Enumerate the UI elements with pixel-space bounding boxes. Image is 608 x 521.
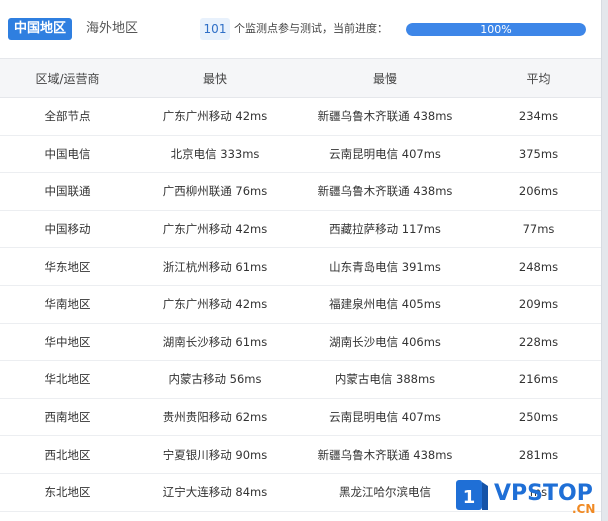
cell-fastest: 广东广州移动 42ms (135, 285, 295, 324)
monitor-count-badge: 101 (200, 18, 230, 40)
cell-average: 375ms (475, 135, 602, 174)
cell-region: 东北地区 (0, 473, 135, 512)
cell-slowest: 云南昆明电信 407ms (295, 398, 475, 437)
cell-fastest: 广东广州移动 42ms (135, 97, 295, 136)
cell-slowest: 内蒙古电信 388ms (295, 360, 475, 399)
cell-fastest: 广西柳州联通 76ms (135, 172, 295, 211)
top-bar: 中国地区 海外地区 101 个监测点参与测试，当前进度： 100% (0, 0, 602, 58)
cell-fastest: 辽宁大连移动 84ms (135, 473, 295, 512)
progress-description: 个监测点参与测试，当前进度： (234, 22, 388, 35)
cell-region: 华南地区 (0, 285, 135, 324)
cell-slowest: 福建泉州电信 405ms (295, 285, 475, 324)
scrollbar-track[interactable] (601, 0, 608, 521)
results-table: 区域/运营商 最快 最慢 平均 全部节点 广东广州移动 42ms 新疆乌鲁木齐联… (0, 58, 602, 512)
cell-region: 西北地区 (0, 435, 135, 474)
table-row: 西北地区 宁夏银川移动 90ms 新疆乌鲁木齐联通 438ms 281ms (0, 435, 602, 474)
cell-average: 234ms (475, 97, 602, 136)
cell-region: 全部节点 (0, 97, 135, 136)
cell-average: 228ms (475, 323, 602, 362)
cell-average: 248ms (475, 247, 602, 286)
cell-region: 西南地区 (0, 398, 135, 437)
cell-average: 250ms (475, 398, 602, 437)
table-row: 中国移动 广东广州移动 42ms 西藏拉萨移动 117ms 77ms (0, 210, 602, 249)
table-row: 华中地区 湖南长沙移动 61ms 湖南长沙电信 406ms 228ms (0, 323, 602, 362)
cell-region: 中国移动 (0, 210, 135, 249)
cell-slowest: 云南昆明电信 407ms (295, 135, 475, 174)
cell-average: 206ms (475, 172, 602, 211)
table-row: 中国联通 广西柳州联通 76ms 新疆乌鲁木齐联通 438ms 206ms (0, 172, 602, 211)
cell-slowest: 新疆乌鲁木齐联通 438ms (295, 435, 475, 474)
table-body: 全部节点 广东广州移动 42ms 新疆乌鲁木齐联通 438ms 234ms 中国… (0, 97, 602, 512)
tab-china[interactable]: 中国地区 (8, 18, 72, 40)
vpstop-watermark-logo: 1 VPSTOP .CN (456, 480, 595, 516)
cell-slowest: 湖南长沙电信 406ms (295, 323, 475, 362)
speed-test-panel: 中国地区 海外地区 101 个监测点参与测试，当前进度： 100% 区域/运营商… (0, 0, 608, 521)
cell-slowest: 黑龙江哈尔滨电信 (295, 473, 475, 512)
cell-fastest: 湖南长沙移动 61ms (135, 323, 295, 362)
table-row: 西南地区 贵州贵阳移动 62ms 云南昆明电信 407ms 250ms (0, 398, 602, 437)
progress-percent-label: 100% (480, 23, 512, 36)
cell-average: 216ms (475, 360, 602, 399)
cell-fastest: 内蒙古移动 56ms (135, 360, 295, 399)
cell-region: 华北地区 (0, 360, 135, 399)
header-slowest: 最慢 (295, 58, 475, 98)
table-row: 华北地区 内蒙古移动 56ms 内蒙古电信 388ms 216ms (0, 360, 602, 399)
cell-region: 中国电信 (0, 135, 135, 174)
table-row: 华南地区 广东广州移动 42ms 福建泉州电信 405ms 209ms (0, 285, 602, 324)
watermark-suffix: .CN (572, 502, 595, 516)
cell-average: 77ms (475, 210, 602, 249)
table-header-row: 区域/运营商 最快 最慢 平均 (0, 58, 602, 98)
cell-fastest: 浙江杭州移动 61ms (135, 247, 295, 286)
cell-fastest: 广东广州移动 42ms (135, 210, 295, 249)
tab-overseas[interactable]: 海外地区 (86, 18, 138, 40)
header-average: 平均 (475, 58, 602, 98)
cell-fastest: 贵州贵阳移动 62ms (135, 398, 295, 437)
table-row: 华东地区 浙江杭州移动 61ms 山东青岛电信 391ms 248ms (0, 247, 602, 286)
header-region: 区域/运营商 (0, 58, 135, 98)
cell-average: 281ms (475, 435, 602, 474)
cell-region: 中国联通 (0, 172, 135, 211)
header-fastest: 最快 (135, 58, 295, 98)
cell-fastest: 宁夏银川移动 90ms (135, 435, 295, 474)
cell-average: 209ms (475, 285, 602, 324)
table-row: 中国电信 北京电信 333ms 云南昆明电信 407ms 375ms (0, 135, 602, 174)
watermark-number: 1 (463, 487, 476, 508)
cell-slowest: 新疆乌鲁木齐联通 438ms (295, 97, 475, 136)
cell-fastest: 北京电信 333ms (135, 135, 295, 174)
cell-slowest: 西藏拉萨移动 117ms (295, 210, 475, 249)
cell-slowest: 新疆乌鲁木齐联通 438ms (295, 172, 475, 211)
table-row: 全部节点 广东广州移动 42ms 新疆乌鲁木齐联通 438ms 234ms (0, 97, 602, 136)
progress-bar: 100% (406, 23, 586, 36)
cell-region: 华东地区 (0, 247, 135, 286)
cell-region: 华中地区 (0, 323, 135, 362)
cell-slowest: 山东青岛电信 391ms (295, 247, 475, 286)
